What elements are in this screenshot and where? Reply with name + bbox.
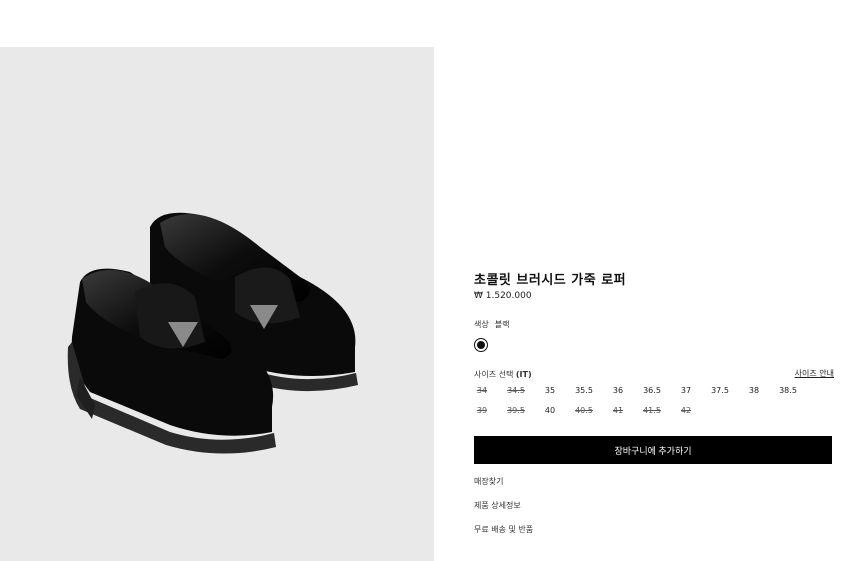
size-option-40[interactable]: 40 <box>536 406 564 415</box>
size-option-35-5[interactable]: 35.5 <box>570 386 598 395</box>
size-option-36-5[interactable]: 36.5 <box>638 386 666 395</box>
size-option-37[interactable]: 37 <box>672 386 700 395</box>
size-option-38[interactable]: 38 <box>740 386 768 395</box>
size-option-38-5[interactable]: 38.5 <box>774 386 802 395</box>
product-price: ₩ 1.520.000 <box>474 291 532 301</box>
color-label-row: 색상 블랙 <box>474 319 509 330</box>
size-option-39-5[interactable]: 39.5 <box>502 406 530 415</box>
add-to-cart-button[interactable]: 장바구니에 추가하기 <box>474 436 832 464</box>
shipping-returns-link[interactable]: 무료 배송 및 반품 <box>474 524 533 535</box>
color-label: 색상 <box>474 320 489 329</box>
color-swatch-black[interactable] <box>474 338 488 352</box>
size-option-42[interactable]: 42 <box>672 406 700 415</box>
size-option-41-5[interactable]: 41.5 <box>638 406 666 415</box>
product-title: 초콜릿 브러시드 가죽 로퍼 <box>474 273 627 288</box>
size-label-text: 사이즈 선택 <box>474 370 514 379</box>
size-option-36[interactable]: 36 <box>604 386 632 395</box>
size-option-35[interactable]: 35 <box>536 386 564 395</box>
size-unit: (IT) <box>515 370 532 379</box>
size-option-37-5[interactable]: 37.5 <box>706 386 734 395</box>
size-option-41[interactable]: 41 <box>604 406 632 415</box>
product-image <box>0 47 434 561</box>
size-option-34-5[interactable]: 34.5 <box>502 386 530 395</box>
store-finder-link[interactable]: 매장찾기 <box>474 476 503 487</box>
size-option-39[interactable]: 39 <box>468 406 496 415</box>
product-details-link[interactable]: 제품 상세정보 <box>474 500 521 511</box>
size-option-40-5[interactable]: 40.5 <box>570 406 598 415</box>
size-option-34[interactable]: 34 <box>468 386 496 395</box>
loafers-illustration <box>67 212 358 454</box>
product-info-panel: 초콜릿 브러시드 가죽 로퍼 ₩ 1.520.000 색상 블랙 사이즈 선택 (… <box>474 0 834 561</box>
size-label: 사이즈 선택 (IT) <box>474 369 532 380</box>
color-value: 블랙 <box>494 320 510 329</box>
size-guide-link[interactable]: 사이즈 안내 <box>795 368 834 379</box>
